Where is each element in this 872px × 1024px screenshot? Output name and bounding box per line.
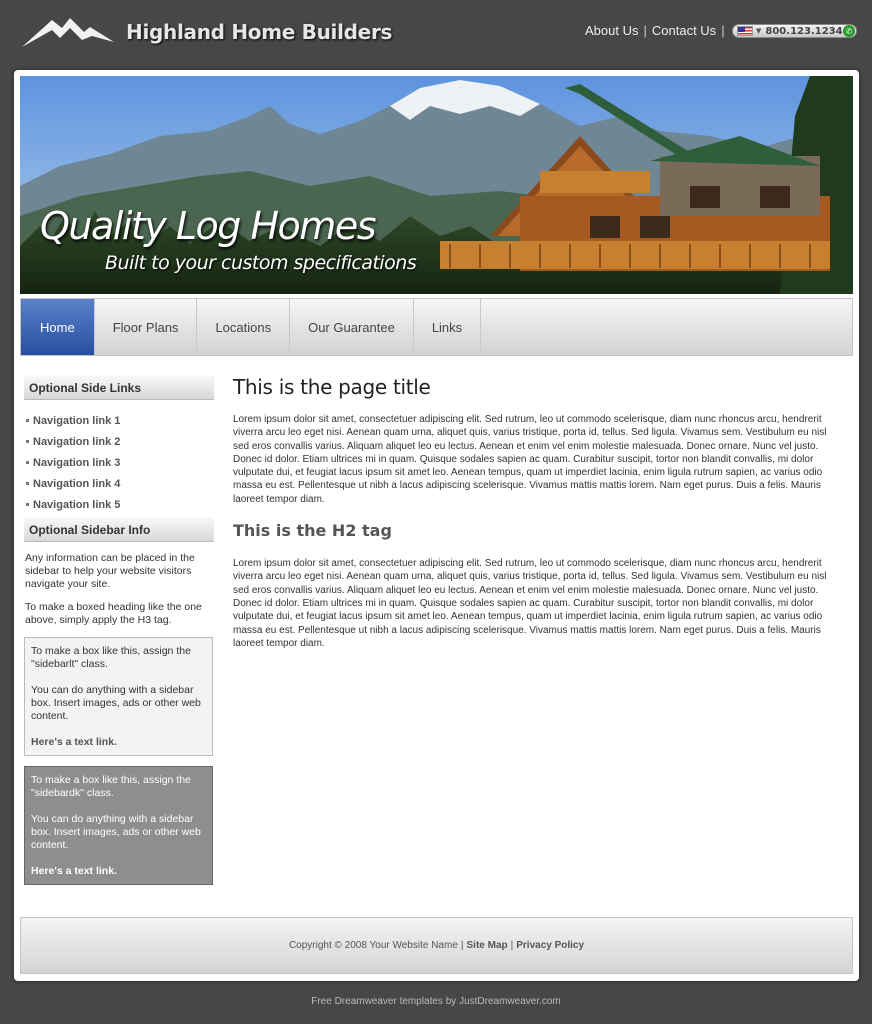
- nav-item-floor-plans[interactable]: Floor Plans: [95, 299, 198, 355]
- separator: |: [510, 940, 514, 951]
- sidebar-nav-link-1[interactable]: Navigation link 1: [33, 415, 120, 427]
- about-us-link[interactable]: About Us: [585, 23, 638, 38]
- list-item: Navigation link 1: [26, 410, 214, 431]
- footer: Copyright © 2008 Your Website Name | Sit…: [20, 917, 853, 974]
- banner-subtitle: Built to your custom specifications: [105, 252, 417, 274]
- nav-item-links[interactable]: Links: [414, 299, 482, 355]
- box-light-text: You can do anything with a sidebar box. …: [31, 684, 201, 722]
- copyright-text: Copyright © 2008 Your Website Name: [288, 940, 458, 951]
- template-credit[interactable]: Free Dreamweaver templates by JustDreamw…: [0, 996, 872, 1007]
- contact-us-link[interactable]: Contact Us: [652, 23, 716, 38]
- box-dark-text: To make a box like this, assign the "sid…: [31, 774, 191, 799]
- main-nav: Home Floor Plans Locations Our Guarantee…: [20, 298, 853, 356]
- list-item: Navigation link 4: [26, 473, 214, 494]
- section-heading: This is the H2 tag: [233, 521, 392, 541]
- separator: |: [643, 23, 647, 38]
- nav-item-locations[interactable]: Locations: [197, 299, 291, 355]
- sidebar-info-heading: Optional Sidebar Info: [24, 517, 214, 542]
- box-light-link[interactable]: Here's a text link.: [31, 736, 117, 748]
- chevron-down-icon: ▼: [756, 27, 762, 35]
- box-dark-link[interactable]: Here's a text link.: [31, 865, 117, 877]
- body-paragraph: Lorem ipsum dolor sit amet, consectetuer…: [233, 558, 827, 649]
- nav-item-home[interactable]: Home: [21, 299, 95, 355]
- site-name[interactable]: Highland Home Builders: [126, 20, 392, 44]
- box-dark-text: You can do anything with a sidebar box. …: [31, 813, 201, 851]
- mountain-logo-icon[interactable]: [22, 14, 114, 50]
- banner-title: Quality Log Homes: [40, 204, 377, 248]
- sidebar-info: Any information can be placed in the sid…: [24, 542, 214, 627]
- sidebar-info-text: Any information can be placed in the sid…: [25, 552, 195, 590]
- site-header: Highland Home Builders About Us | Contac…: [0, 0, 872, 70]
- list-item: Navigation link 3: [26, 452, 214, 473]
- sidebar-box-light: To make a box like this, assign the "sid…: [24, 637, 213, 756]
- body-paragraph: Lorem ipsum dolor sit amet, consectetuer…: [233, 414, 827, 505]
- sidebar-info-text: To make a boxed heading like the one abo…: [25, 601, 202, 626]
- phone-number: 800.123.1234: [765, 25, 843, 37]
- privacy-policy-link[interactable]: Privacy Policy: [516, 940, 584, 951]
- sidebar-nav-link-4[interactable]: Navigation link 4: [33, 478, 120, 490]
- banner: Quality Log Homes Built to your custom s…: [20, 76, 853, 294]
- top-links: About Us | Contact Us |: [585, 23, 730, 38]
- separator: |: [460, 940, 464, 951]
- page-title: This is the page title: [233, 375, 431, 399]
- main-content: This is the page title Lorem ipsum dolor…: [233, 375, 845, 665]
- list-item: Navigation link 5: [26, 494, 214, 515]
- separator: |: [721, 23, 725, 38]
- list-item: Navigation link 2: [26, 431, 214, 452]
- sidebar-nav-link-2[interactable]: Navigation link 2: [33, 436, 120, 448]
- phone-badge[interactable]: ▼ 800.123.1234 ✆: [732, 24, 857, 38]
- sidebar-nav-link-3[interactable]: Navigation link 3: [33, 457, 120, 469]
- sidebar-links-heading: Optional Side Links: [24, 375, 214, 400]
- sidebar: Optional Side Links Navigation link 1 Na…: [24, 375, 214, 885]
- us-flag-icon: [737, 26, 753, 36]
- sidebar-nav-link-5[interactable]: Navigation link 5: [33, 499, 120, 511]
- site-map-link[interactable]: Site Map: [467, 940, 508, 951]
- sidebar-links: Navigation link 1 Navigation link 2 Navi…: [24, 400, 214, 517]
- sidebar-box-dark: To make a box like this, assign the "sid…: [24, 766, 213, 885]
- page-container: Quality Log Homes Built to your custom s…: [14, 70, 859, 981]
- nav-item-our-guarantee[interactable]: Our Guarantee: [290, 299, 414, 355]
- phone-icon: ✆: [843, 25, 855, 37]
- box-light-text: To make a box like this, assign the "sid…: [31, 645, 191, 670]
